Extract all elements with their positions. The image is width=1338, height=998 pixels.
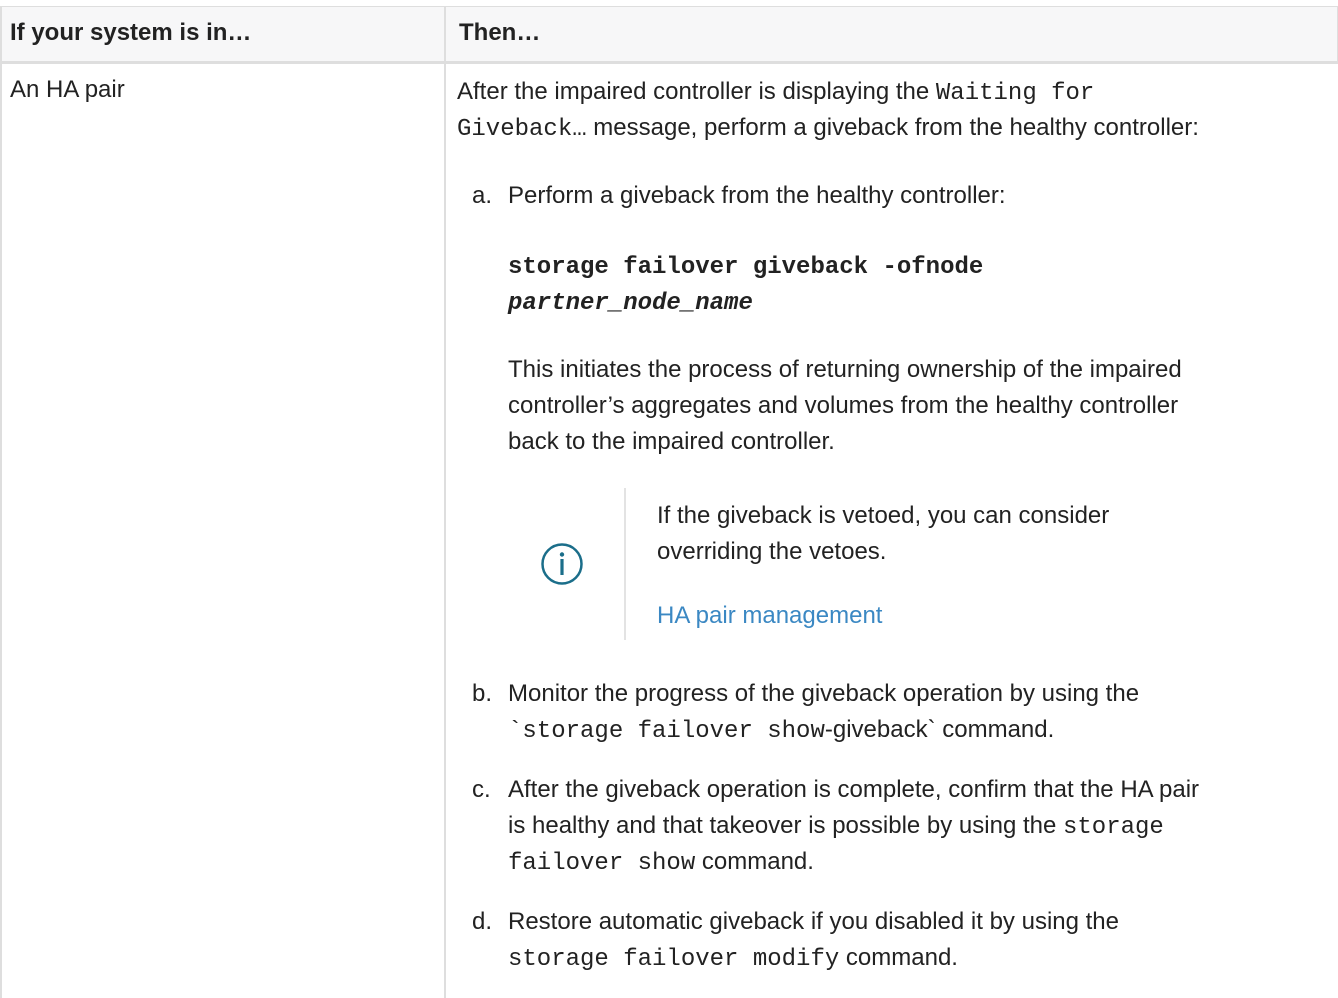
step-a-desc-line-3: back to the impaired controller. <box>508 428 835 455</box>
intro-line-1: After the impaired controller is display… <box>457 78 1095 107</box>
step-a-text: Perform a giveback from the healthy cont… <box>508 182 1006 209</box>
ha-pair-management-link[interactable]: HA pair management <box>657 598 882 634</box>
intro-line-2: Giveback… message, perform a giveback fr… <box>457 114 1199 143</box>
header-condition: If your system is in… <box>10 19 252 46</box>
step-c-line-2: is healthy and that takeover is possible… <box>508 812 1164 841</box>
step-a-command-line-1: storage failover giveback -ofnode <box>508 254 984 281</box>
header-action: Then… <box>459 19 541 46</box>
step-b-marker: b. <box>472 680 493 707</box>
step-a-desc-line-1: This initiates the process of returning … <box>508 356 1182 383</box>
step-b-line-1: Monitor the progress of the giveback ope… <box>508 680 1140 707</box>
column-divider <box>444 6 446 998</box>
step-a-desc-line-2: controller’s aggregates and volumes from… <box>508 392 1179 419</box>
step-c-line-1: After the giveback operation is complete… <box>508 776 1200 803</box>
note-line-1: If the giveback is vetoed, you can consi… <box>657 502 1110 529</box>
step-c-marker: c. <box>472 776 491 803</box>
step-d-marker: d. <box>472 908 493 935</box>
table-header-row: If your system is in… Then… <box>2 6 1338 64</box>
step-d-line-1: Restore automatic giveback if you disabl… <box>508 908 1120 935</box>
step-a-command-line-2: partner_node_name <box>508 290 753 317</box>
step-c-line-3: failover show command. <box>508 848 814 877</box>
note-divider <box>624 488 626 640</box>
step-a-marker: a. <box>472 182 493 209</box>
info-icon <box>541 543 583 585</box>
row-label: An HA pair <box>10 76 125 103</box>
note-line-2: overriding the vetoes. <box>657 538 887 565</box>
step-b-line-2: `storage failover show-giveback` command… <box>508 716 1055 745</box>
step-d-line-2: storage failover modify command. <box>508 944 958 973</box>
